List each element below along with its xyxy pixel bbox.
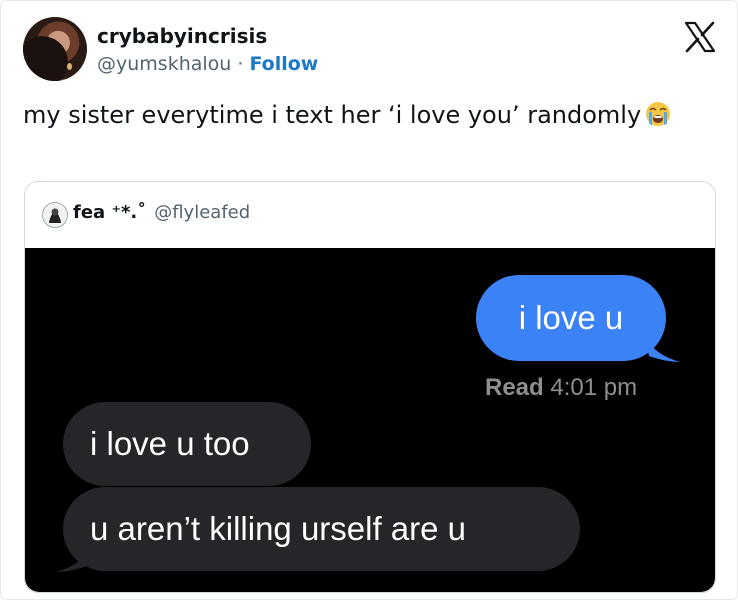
x-logo-icon[interactable] xyxy=(683,21,717,53)
quoted-avatar[interactable] xyxy=(42,202,68,228)
tweet-body: my sister everytime i text her ‘i love y… xyxy=(23,101,642,129)
separator-dot: · xyxy=(231,53,250,75)
sent-message-text: i love u xyxy=(518,299,624,336)
tweet-text: my sister everytime i text her ‘i love y… xyxy=(23,99,703,131)
sent-message-bubble: i love u xyxy=(476,275,666,361)
loudly-crying-face-icon xyxy=(646,102,671,126)
quoted-avatar-image xyxy=(43,203,67,227)
tweet-card: crybabyincrisis @yumskhalou · Follow my … xyxy=(0,0,738,600)
sent-bubble-tail xyxy=(645,336,681,362)
received-bubble-tail xyxy=(55,546,91,572)
follow-link[interactable]: Follow xyxy=(249,53,318,75)
quoted-author-handle[interactable]: @flyleafed xyxy=(154,202,250,223)
author-handle[interactable]: @yumskhalou xyxy=(97,53,231,75)
received-message-bubble: u aren’t killing urself are u xyxy=(63,487,580,571)
chat-screenshot: i love u Read 4:01 pm i love u too u are… xyxy=(25,248,715,592)
received-message-text: u aren’t killing urself are u xyxy=(90,510,467,547)
read-label: Read xyxy=(485,374,544,401)
quoted-header: fea ⁺*.˚ @flyleafed xyxy=(73,202,250,223)
avatar[interactable] xyxy=(23,17,87,81)
quoted-author-name[interactable]: fea ⁺*.˚ xyxy=(73,202,146,223)
read-time: 4:01 pm xyxy=(550,374,638,401)
received-message-bubble: i love u too xyxy=(63,402,311,486)
author-handle-line: @yumskhalou · Follow xyxy=(97,53,318,75)
quoted-tweet[interactable]: fea ⁺*.˚ @flyleafed i love u Read 4:01 pm… xyxy=(24,181,716,593)
read-receipt: Read 4:01 pm xyxy=(485,374,637,402)
author-name[interactable]: crybabyincrisis xyxy=(97,24,267,48)
received-message-text: i love u too xyxy=(90,425,250,462)
